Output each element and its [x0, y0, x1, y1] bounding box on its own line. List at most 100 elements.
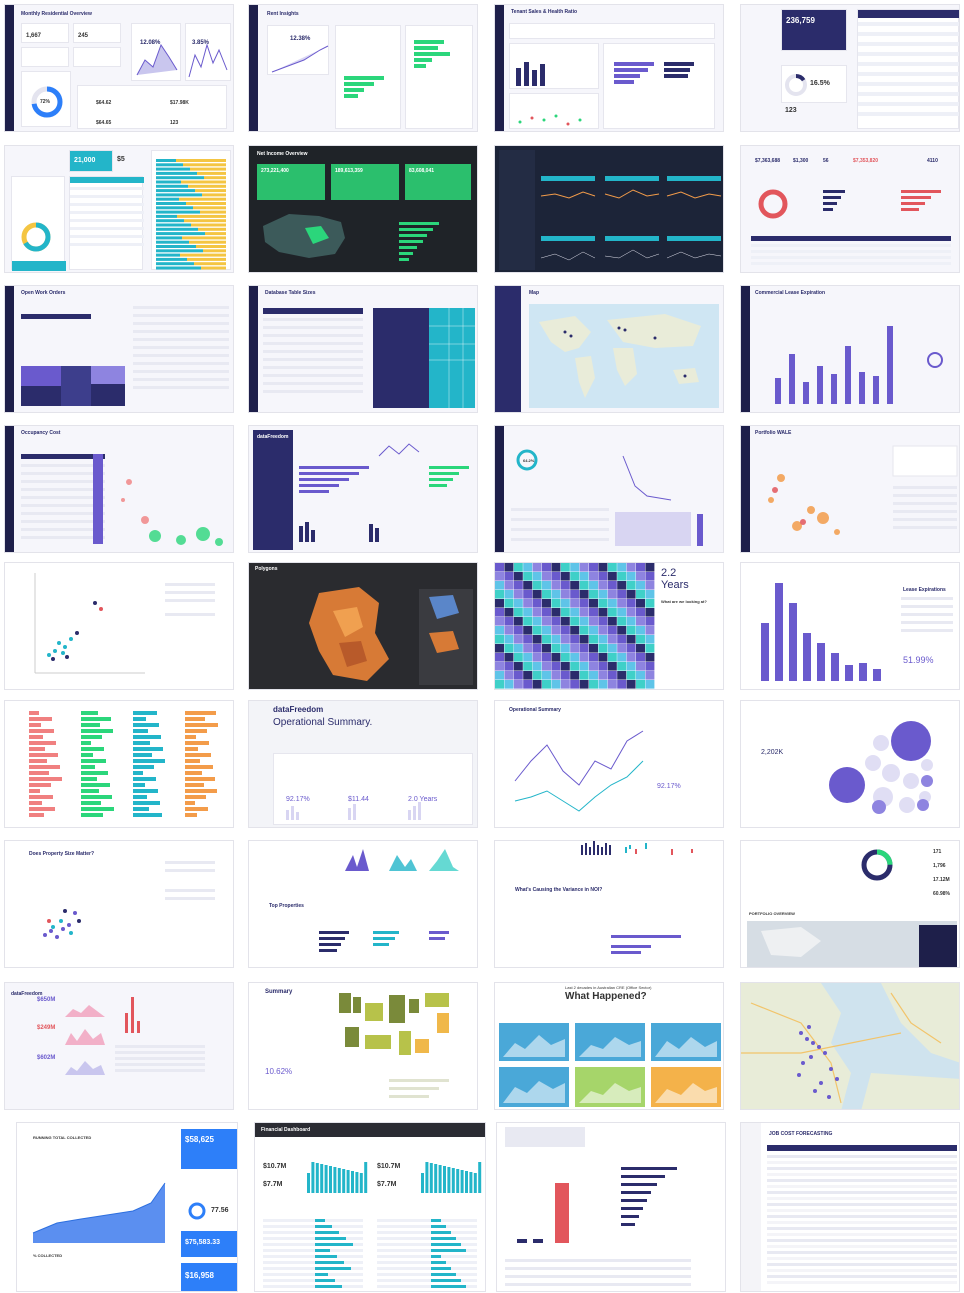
tile-vacancy-summary[interactable]: 2,202K — [740, 700, 960, 828]
tile-portfolio-overview[interactable]: PORTFOLIO OVERVIEW 171 1,796 17.12M 60.9… — [740, 840, 960, 968]
treemap-cell — [495, 635, 504, 644]
tile-occupancy-cost[interactable]: Occupancy Cost — [4, 425, 234, 553]
treemap-cell — [607, 635, 617, 644]
section-title: % COLLECTED — [33, 1253, 63, 1258]
treemap-cell — [607, 563, 617, 572]
tile-running-total[interactable]: RUNNING TOTAL COLLECTED $58,625 77.56 $7… — [16, 1122, 238, 1292]
tile-city-map[interactable] — [740, 982, 960, 1110]
table-header — [767, 1145, 957, 1151]
aging-charts — [505, 1127, 691, 1286]
tile-polygons[interactable]: Polygons — [248, 562, 478, 690]
bar — [81, 759, 106, 763]
treemap-cell — [626, 617, 636, 626]
tile-dataFreedom-grid[interactable]: dataFreedom — [248, 425, 478, 553]
tile-top-properties[interactable]: Top Properties — [248, 840, 478, 968]
treemap-cell — [523, 662, 533, 671]
treemap-cell — [570, 653, 580, 662]
tile-open-work-orders[interactable]: Open Work Orders — [4, 285, 234, 413]
treemap-cell — [607, 590, 617, 599]
table-and-bubbles — [21, 454, 223, 546]
tile-operational-summary-landing[interactable]: dataFreedom Operational Summary. 92.17% … — [248, 700, 478, 828]
bar — [29, 759, 47, 763]
treemap-cell — [504, 626, 514, 635]
bar-segment — [156, 210, 200, 214]
scatter-card — [509, 93, 599, 129]
bar-segment — [156, 180, 181, 184]
bar — [431, 1285, 466, 1288]
bar-segment — [184, 219, 226, 223]
bar — [81, 717, 111, 721]
treemap-cell — [589, 599, 598, 608]
tile-net-income[interactable]: Net Income Overview 273,221,400 189,613,… — [248, 145, 478, 273]
bar-segment — [156, 240, 189, 244]
table-row — [377, 1273, 477, 1276]
tile-portfolio-financial[interactable]: dataFreedom $650M $249M $602M — [4, 982, 234, 1110]
bar — [185, 783, 204, 787]
treemap-cell — [617, 563, 627, 572]
bar — [431, 1267, 451, 1270]
tile-summary-health[interactable]: Summary 10.62% — [248, 982, 478, 1110]
tile-dark-dashboard[interactable] — [494, 145, 724, 273]
bar — [29, 729, 54, 733]
tile-scatter-analysis[interactable] — [4, 562, 234, 690]
table-row — [263, 1237, 363, 1240]
treemap-cell — [589, 617, 598, 626]
bar-segment — [198, 227, 226, 231]
tile-operational-summary-chart[interactable]: Operational Summary 92.17% — [494, 700, 724, 828]
bar-segment — [189, 240, 226, 244]
tile-portfolio-wale[interactable]: Portfolio WALE — [740, 425, 960, 553]
bar — [315, 1279, 335, 1282]
tile-property-profile[interactable]: 64.2% — [494, 425, 724, 553]
treemap-cell — [570, 590, 580, 599]
bar — [81, 813, 103, 817]
bar — [460, 1170, 464, 1193]
tile-tenant-sales[interactable]: Tenant Sales & Health Ratio — [494, 4, 724, 132]
treemap-cell — [607, 572, 617, 581]
tile-property-size[interactable]: Does Property Size Matter? — [4, 840, 234, 968]
bar — [315, 1219, 325, 1222]
bar — [315, 1285, 342, 1288]
treemap-cell — [598, 572, 608, 581]
kpi-value: 236,759 — [786, 16, 815, 25]
scatter-plot — [34, 573, 215, 674]
tile-monthly-residential[interactable]: Monthly Residential Overview 1,667 245 7… — [4, 4, 234, 132]
tile-occupancy-summary[interactable]: 236,759 16.5% 123 — [740, 4, 960, 132]
data-table — [767, 1145, 957, 1284]
tile-map[interactable]: Map — [494, 285, 724, 413]
kpi-value: $75,583.33 — [185, 1239, 221, 1246]
tile-database-table-sizes[interactable]: Database Table Sizes — [248, 285, 478, 413]
treemap-cell — [617, 653, 627, 662]
treemap-cell — [532, 635, 542, 644]
tile-lease-expiration[interactable]: Commercial Lease Expiration — [740, 285, 960, 413]
tile-lease-expirations[interactable]: Lease Expirations 51.99% — [740, 562, 960, 690]
bar — [29, 783, 51, 787]
bar-segment — [182, 236, 226, 240]
treemap-cell — [513, 617, 523, 626]
tile-financial-dashboard[interactable]: Financial Dashboard $10.7M $7.7M $10.7M … — [254, 1122, 486, 1292]
treemap-cell — [504, 599, 514, 608]
tile-rent-roll[interactable]: $7,363,688 $1,300 56 $7,353,820 4110 — [740, 145, 960, 273]
table-row — [767, 1173, 957, 1176]
tile-what-happened[interactable]: Last 2 decades in Australian CRE (Office… — [494, 982, 724, 1110]
table-row — [767, 1245, 957, 1248]
table-row — [263, 1249, 363, 1252]
treemap-cell — [598, 563, 608, 572]
data-table — [857, 9, 959, 129]
table-row — [767, 1233, 957, 1236]
treemap-cell — [645, 563, 655, 572]
bar — [185, 789, 217, 793]
bar — [29, 747, 45, 751]
kpi-value: 77.56 — [211, 1207, 229, 1214]
tile-treemap-years[interactable]: 2.2 Years What are we looking at? — [494, 562, 724, 690]
tile-multi-bar[interactable] — [4, 700, 234, 828]
tile-occupancy-table[interactable]: 21,000 $5 — [4, 145, 234, 273]
tile-noi-variance[interactable]: What's Causing the Variance in NOI? — [494, 840, 724, 968]
tile-rent-insights[interactable]: Rent Insights 12.38% — [248, 4, 478, 132]
bar — [133, 795, 147, 799]
kpi-value: 1,796 — [933, 863, 946, 869]
bar-segment — [156, 171, 197, 175]
bar-segment — [186, 202, 226, 205]
tile-job-cost-forecasting[interactable]: JOB COST FORECASTING — [740, 1122, 960, 1292]
heat-grid — [339, 993, 449, 1098]
tile-aging-report[interactable] — [496, 1122, 726, 1292]
